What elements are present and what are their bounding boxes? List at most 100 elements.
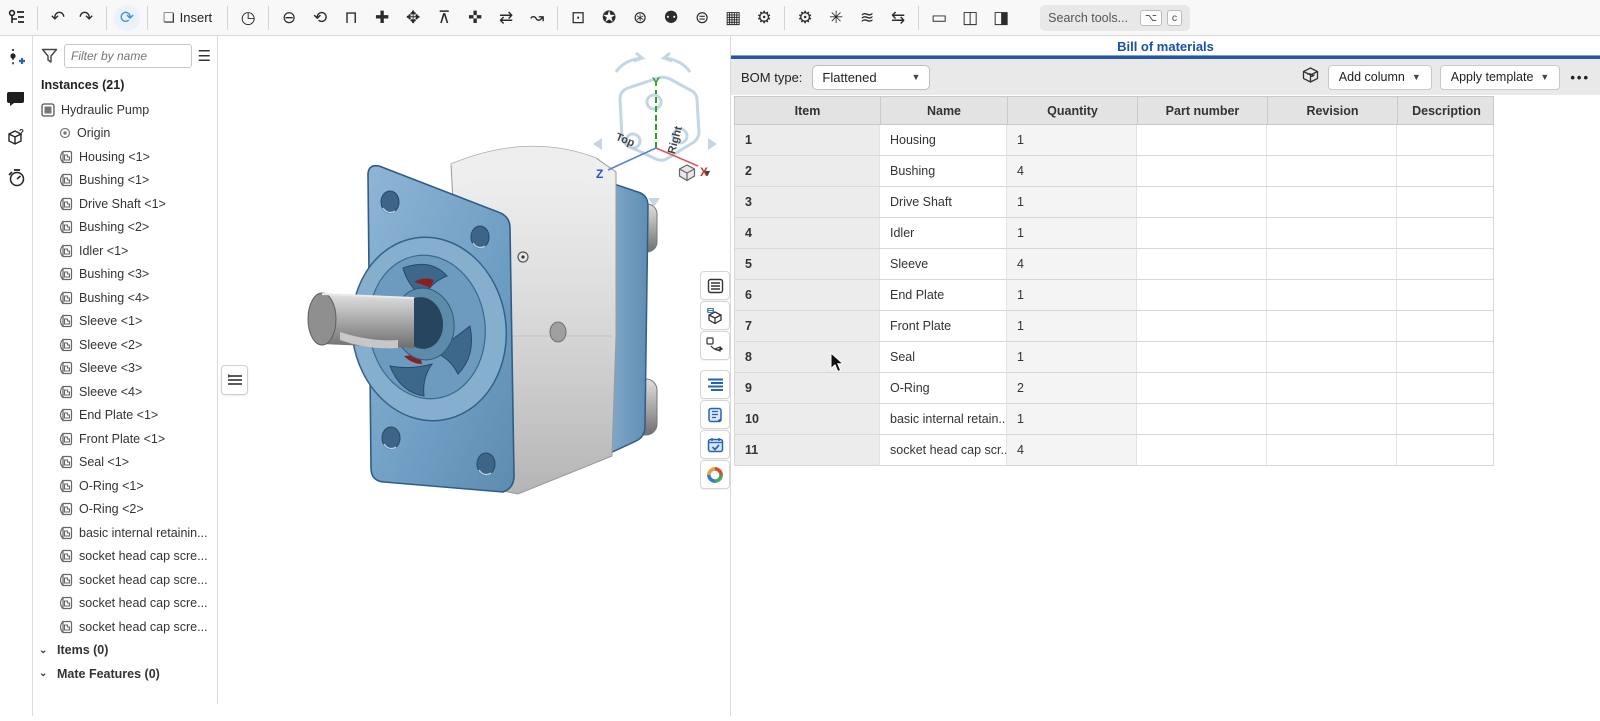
redo-icon[interactable]: ↷ [73, 5, 99, 31]
cell-quantity[interactable]: 1 [1007, 280, 1137, 310]
cell-quantity[interactable]: 1 [1007, 218, 1137, 248]
cell-quantity[interactable]: 2 [1007, 373, 1137, 403]
appearance-button[interactable] [700, 460, 730, 489]
tree-item-part[interactable]: O-Ring <1> [33, 474, 217, 498]
export-icon[interactable] [1301, 66, 1320, 89]
toolbar-tool-icon[interactable]: ⇆ [885, 5, 911, 31]
toolbar-tool-icon[interactable]: ✪ [596, 5, 622, 31]
table-row[interactable]: 1 Housing 1 [734, 125, 1494, 156]
tree-item-part[interactable]: basic internal retainin... [33, 521, 217, 545]
column-header[interactable]: Item [735, 97, 881, 124]
apply-template-button[interactable]: Apply template ▼ [1440, 65, 1561, 90]
cut-list-button[interactable] [700, 400, 730, 429]
cell-revision[interactable] [1267, 187, 1397, 217]
tree-item-part[interactable]: Sleeve <4> [33, 380, 217, 404]
history-clock-icon[interactable]: ◷ [235, 5, 261, 31]
cell-revision[interactable] [1267, 156, 1397, 186]
cell-description[interactable] [1397, 249, 1494, 279]
tree-item-part[interactable]: Sleeve <2> [33, 333, 217, 357]
cell-name[interactable]: Sleeve [880, 249, 1007, 279]
cell-description[interactable] [1397, 342, 1494, 372]
cell-part-number[interactable] [1137, 404, 1267, 434]
cell-revision[interactable] [1267, 342, 1397, 372]
toolbar-tool-icon[interactable]: ⊖ [276, 5, 302, 31]
drive-shaft[interactable] [308, 293, 414, 348]
tasks-button[interactable] [700, 430, 730, 459]
versions-history-icon[interactable] [3, 165, 29, 191]
cell-revision[interactable] [1267, 311, 1397, 341]
cell-part-number[interactable] [1137, 187, 1267, 217]
cell-item[interactable]: 10 [734, 404, 880, 434]
toolbar-tool-icon[interactable]: ⊼ [431, 5, 457, 31]
cell-part-number[interactable] [1137, 249, 1267, 279]
cell-description[interactable] [1397, 404, 1494, 434]
tree-item-part[interactable]: socket head cap scre... [33, 592, 217, 616]
table-row[interactable]: 7 Front Plate 1 [734, 311, 1494, 342]
cell-item[interactable]: 6 [734, 280, 880, 310]
cell-part-number[interactable] [1137, 373, 1267, 403]
cell-item[interactable]: 1 [734, 125, 880, 155]
toolbar-tool-icon[interactable]: ⊡ [565, 5, 591, 31]
cell-revision[interactable] [1267, 249, 1397, 279]
tree-group-header[interactable]: ⌄ Mate Features (0) [33, 662, 217, 686]
cell-part-number[interactable] [1137, 342, 1267, 372]
cell-name[interactable]: Drive Shaft [880, 187, 1007, 217]
table-row[interactable]: 6 End Plate 1 [734, 280, 1494, 311]
tree-item-part[interactable]: Housing <1> [33, 145, 217, 169]
sync-icon[interactable]: ⟳ [114, 5, 140, 31]
column-header[interactable]: Description [1398, 97, 1495, 124]
column-header[interactable]: Part number [1138, 97, 1268, 124]
toolbar-tool-icon[interactable]: ⊛ [627, 5, 653, 31]
cell-item[interactable]: 4 [734, 218, 880, 248]
cell-item[interactable]: 5 [734, 249, 880, 279]
cell-quantity[interactable]: 1 [1007, 187, 1137, 217]
table-row[interactable]: 11 socket head cap scr... 4 [734, 435, 1494, 466]
toolbar-tool-icon[interactable]: ⇄ [493, 5, 519, 31]
tree-item-origin[interactable]: Origin [33, 122, 217, 146]
cell-name[interactable]: Front Plate [880, 311, 1007, 341]
tree-item-part[interactable]: Sleeve <3> [33, 357, 217, 381]
toolbar-tool-icon[interactable]: ✚ [369, 5, 395, 31]
cell-name[interactable]: Bushing [880, 156, 1007, 186]
cell-item[interactable]: 11 [734, 435, 880, 465]
assembly-tree-icon[interactable] [4, 5, 30, 31]
tree-item-part[interactable]: socket head cap scre... [33, 568, 217, 592]
toolbar-tool-icon[interactable]: ⚉ [658, 5, 684, 31]
tree-item-part[interactable]: Bushing <4> [33, 286, 217, 310]
bom-tab-title[interactable]: Bill of materials [731, 36, 1600, 59]
tree-collapse-toggle[interactable] [221, 365, 248, 395]
cell-revision[interactable] [1267, 373, 1397, 403]
toolbar-tool-icon[interactable]: ⚙ [792, 5, 818, 31]
cell-part-number[interactable] [1137, 280, 1267, 310]
cell-description[interactable] [1397, 218, 1494, 248]
tree-item-part[interactable]: Bushing <2> [33, 216, 217, 240]
hydraulic-pump-model[interactable]: Y Z X Top Right [218, 36, 730, 716]
toolbar-tool-icon[interactable]: ⊓ [338, 5, 364, 31]
column-header[interactable]: Name [881, 97, 1008, 124]
table-row[interactable]: 3 Drive Shaft 1 [734, 187, 1494, 218]
named-positions-button[interactable] [700, 331, 730, 360]
tree-item-part[interactable]: socket head cap scre... [33, 545, 217, 569]
cell-description[interactable] [1397, 435, 1494, 465]
toolbar-tool-icon[interactable]: ▦ [720, 5, 746, 31]
tree-item-part[interactable]: Seal <1> [33, 451, 217, 475]
tree-item-assembly-root[interactable]: Hydraulic Pump [33, 98, 217, 122]
tree-item-part[interactable]: Bushing <3> [33, 263, 217, 287]
toolbar-tool-icon[interactable]: ✜ [462, 5, 488, 31]
insert-button[interactable]: ❏ Insert [155, 5, 220, 31]
cell-item[interactable]: 2 [734, 156, 880, 186]
cell-part-number[interactable] [1137, 311, 1267, 341]
cell-name[interactable]: Seal [880, 342, 1007, 372]
cell-quantity[interactable]: 4 [1007, 435, 1137, 465]
table-row[interactable]: 5 Sleeve 4 [734, 249, 1494, 280]
cell-part-number[interactable] [1137, 125, 1267, 155]
tree-group-header[interactable]: ⌄ Items (0) [33, 639, 217, 663]
cell-name[interactable]: basic internal retain... [880, 404, 1007, 434]
search-tools-input[interactable]: Search tools... ⌥ c [1040, 5, 1190, 31]
cell-revision[interactable] [1267, 218, 1397, 248]
toolbar-tool-icon[interactable]: ◨ [988, 5, 1014, 31]
cell-name[interactable]: Idler [880, 218, 1007, 248]
cell-part-number[interactable] [1137, 435, 1267, 465]
cell-quantity[interactable]: 4 [1007, 156, 1137, 186]
toolbar-tool-icon[interactable]: ▭ [926, 5, 952, 31]
